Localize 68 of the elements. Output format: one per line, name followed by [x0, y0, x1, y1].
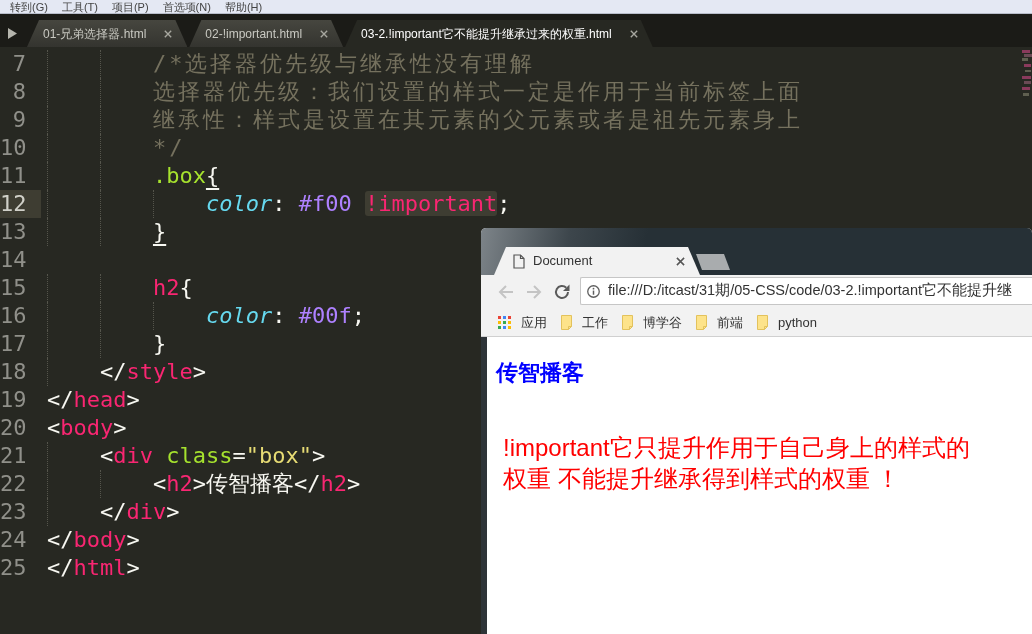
code-line: color: #f00 !important; [205, 190, 511, 218]
line-number: 25 [0, 554, 28, 582]
line-number: 10 [0, 134, 28, 162]
close-icon[interactable] [676, 256, 685, 266]
folder-icon [561, 315, 572, 330]
page-paragraph: !important它只提升作用于自己身上的样式的权重 不能提升继承得到样式的权重 ！ [502, 433, 971, 494]
bookmark-link[interactable]: 博学谷 [622, 312, 682, 333]
line-number: 7 [11, 50, 27, 78]
bookmark-link[interactable]: python [757, 312, 818, 333]
editor-tab[interactable]: 03-2.!important它不能提升继承过来的权重.html [345, 20, 653, 47]
line-number: 24 [0, 526, 28, 554]
bookmark-link[interactable]: 应用 [498, 312, 547, 333]
code-line: </style> [99, 358, 206, 386]
code-line: 继承性：样式是设置在其元素的父元素或者是祖先元素身上 [152, 106, 803, 134]
apps-grid-icon [498, 316, 511, 329]
line-number: 17 [0, 330, 28, 358]
code-line: 选择器优先级：我们设置的样式一定是作用于当前标签上面 [152, 78, 803, 106]
menu-item[interactable]: 工具(T) [61, 0, 98, 13]
line-number: 11 [0, 162, 28, 190]
code-line: .box{ [152, 162, 220, 190]
code-line: color: #00f; [205, 302, 365, 330]
code-line: h2{ [152, 274, 193, 302]
bookmark-link[interactable]: 前端 [696, 312, 743, 333]
editor-tab[interactable]: 01-兄弟选择器.html [27, 20, 188, 47]
bookmark-link[interactable]: 工作 [561, 312, 608, 333]
line-number: 21 [0, 442, 28, 470]
line-number: 14 [0, 246, 28, 274]
info-icon[interactable] [587, 284, 600, 298]
code-line: </body> [47, 526, 140, 554]
folder-icon [696, 315, 707, 330]
caret-right-icon[interactable] [8, 28, 17, 39]
line-number: 8 [11, 78, 27, 106]
code-line: } [152, 330, 167, 358]
code-line: */ [152, 134, 186, 162]
menu-item[interactable]: 项目(P) [111, 0, 149, 13]
menu-item[interactable]: 转到(G) [10, 0, 48, 13]
browser-tab[interactable]: Document [494, 247, 700, 275]
line-number: 15 [0, 274, 28, 302]
folder-icon [757, 315, 768, 330]
reload-icon[interactable] [554, 284, 570, 300]
line-number: 9 [11, 106, 27, 134]
page-heading: 传智播客 [496, 359, 584, 387]
code-line: <body> [47, 414, 127, 442]
code-line: <h2>传智播客</h2> [152, 470, 361, 498]
code-line: <div class="box"> [99, 442, 326, 470]
line-number: 23 [0, 498, 28, 526]
new-tab-button[interactable] [696, 254, 730, 270]
menu-item[interactable]: 首选项(N) [162, 0, 211, 13]
line-number: 16 [0, 302, 28, 330]
line-number: 12 [0, 190, 41, 218]
close-icon[interactable] [164, 29, 173, 38]
line-number: 18 [0, 358, 28, 386]
close-icon[interactable] [320, 29, 329, 38]
editor-tab[interactable]: 02-!important.html [189, 20, 344, 47]
page-icon [513, 253, 525, 269]
code-line: } [152, 218, 167, 246]
code-line: </div> [99, 498, 180, 526]
folder-icon [622, 315, 633, 330]
line-number: 13 [0, 218, 28, 246]
address-field[interactable]: file:///D:/itcast/31期/05-CSS/code/03-2.!important它不能提升继 [580, 277, 1032, 305]
code-line: </html> [47, 554, 140, 582]
code-line: /*选择器优先级与继承性没有理解 [152, 50, 536, 78]
close-icon[interactable] [629, 29, 638, 38]
line-number: 20 [0, 414, 28, 442]
code-line: </head> [47, 386, 140, 414]
menu-item[interactable]: 帮助(H) [224, 0, 263, 13]
line-number: 19 [0, 386, 28, 414]
line-number: 22 [0, 470, 28, 498]
